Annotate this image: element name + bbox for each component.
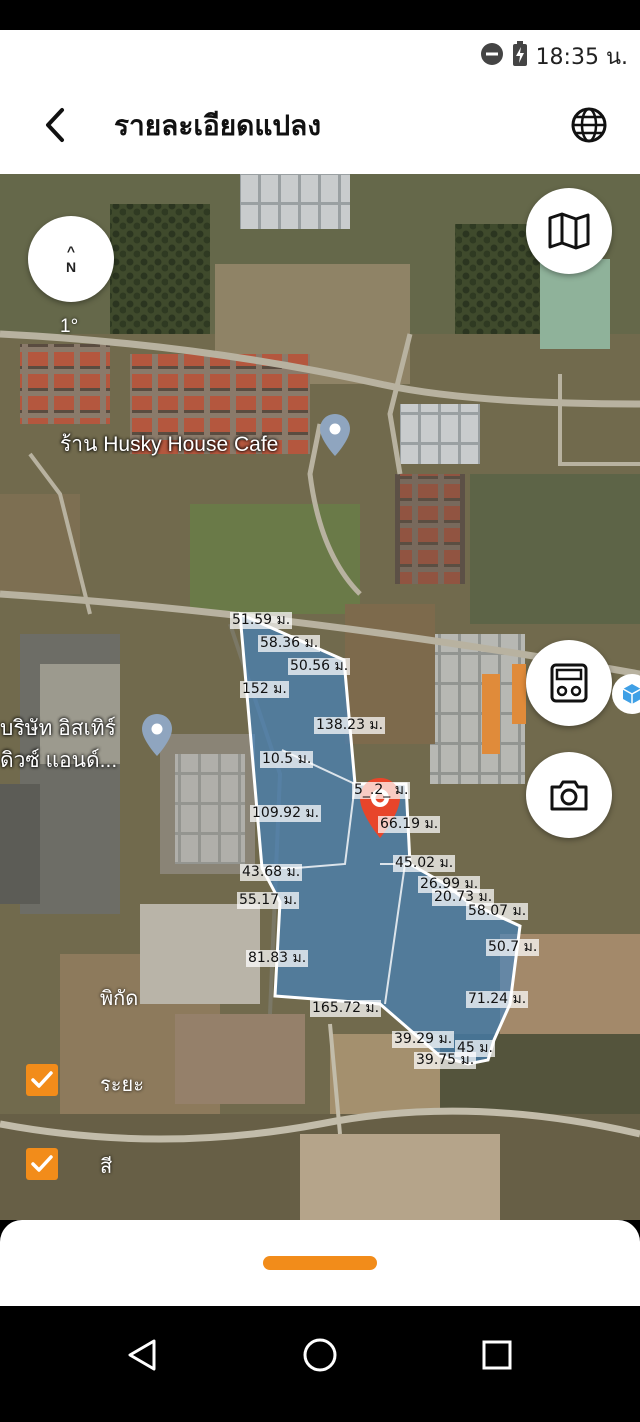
measurement-label: 39.75 ม. (414, 1052, 477, 1069)
measurement-label: 81.83 ม. (246, 950, 309, 967)
map-icon (548, 212, 590, 250)
triangle-back-icon (128, 1339, 156, 1371)
measurement-label: 39.29 ม. (392, 1031, 455, 1048)
poi-label-company-line2[interactable]: ดิวซ์ แอนด์... (0, 744, 117, 777)
measurement-label: 152 ม. (240, 681, 289, 698)
cube-icon (622, 684, 640, 704)
measurement-label: 66.19 ม. (378, 816, 441, 833)
compass-button[interactable]: ^ N (28, 216, 114, 302)
north-arrow-icon: ^ (66, 243, 76, 259)
nav-recents-button[interactable] (472, 1330, 522, 1380)
satellite-map[interactable]: ^ N 1° ร้าน Husky House Cafe บริษัท อิสเ… (0, 174, 640, 1220)
measurement-label: 45.02 ม. (393, 855, 456, 872)
bottom-sheet-handle[interactable] (263, 1256, 377, 1270)
measurement-label: 51.59 ม. (230, 612, 293, 629)
square-recents-icon (482, 1340, 512, 1370)
measurement-label: 58.36 ม. (258, 635, 321, 652)
map-type-button[interactable] (526, 188, 612, 274)
distance-layer-checkbox[interactable] (26, 1064, 58, 1096)
measurement-label: 138.23 ม. (314, 717, 386, 734)
poi-pin-icon[interactable] (318, 412, 352, 463)
layer-label-distance: ระยะ (100, 1074, 144, 1096)
do-not-disturb-icon (480, 42, 504, 71)
measurement-label: 43.68 ม. (240, 864, 303, 881)
back-button[interactable] (30, 100, 80, 150)
nav-home-button[interactable] (295, 1330, 345, 1380)
measurement-label: 109.92 ม. (250, 805, 322, 822)
poi-label-company-line1[interactable]: บริษัท อิสเทิร์ (0, 712, 116, 745)
nav-back-button[interactable] (117, 1330, 167, 1380)
rotation-readout: 1° (60, 316, 79, 337)
clock-time: 18:35 น. (535, 45, 628, 70)
color-layer-checkbox[interactable] (26, 1148, 58, 1180)
layer-label-coordinates: พิกัด (100, 988, 139, 1010)
language-button[interactable] (564, 100, 614, 150)
measurement-label: 10.5 ม. (260, 751, 314, 768)
measurement-label: 50.56 ม. (288, 658, 351, 675)
north-letter: N (65, 259, 77, 275)
checkmark-icon (31, 1071, 53, 1088)
page-title: รายละเอียดแปลง (114, 109, 321, 142)
camera-icon (550, 780, 588, 811)
circle-home-icon (303, 1338, 337, 1372)
ruler-device-icon (550, 663, 588, 703)
battery-charging-icon (512, 41, 528, 72)
status-right: 18:35 น. (480, 39, 628, 74)
top-black-strip (0, 0, 640, 30)
measurement-label: 5_.2_ ม. (352, 782, 411, 799)
checkmark-icon (31, 1155, 53, 1172)
measure-button[interactable] (526, 640, 612, 726)
system-nav-bar (0, 1306, 640, 1422)
measurement-label: 55.17 ม. (237, 892, 300, 909)
layer-label-color: สี (100, 1156, 113, 1178)
measurement-label: 50.7 ม. (486, 939, 540, 956)
poi-pin-icon[interactable] (140, 712, 174, 763)
camera-button[interactable] (526, 752, 612, 838)
status-bar: 18:35 น. (0, 30, 640, 78)
app-bar: รายละเอียดแปลง (0, 78, 640, 174)
measurement-label: 165.72 ม. (310, 1000, 382, 1017)
bottom-sheet[interactable] (0, 1220, 640, 1306)
back-arrow-icon (46, 108, 64, 142)
measurement-label: 71.24 ม. (466, 991, 529, 1008)
measurement-label: 58.07 ม. (466, 903, 529, 920)
globe-icon (571, 107, 607, 143)
poi-label-cafe[interactable]: ร้าน Husky House Cafe (60, 428, 278, 461)
